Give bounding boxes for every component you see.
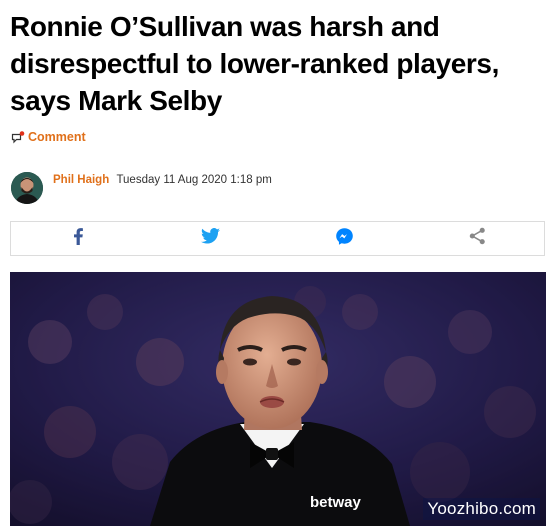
- comment-label: Comment: [28, 130, 86, 144]
- comment-icon: [11, 131, 25, 144]
- article-headline: Ronnie O’Sullivan was harsh and disrespe…: [10, 11, 499, 116]
- messenger-share-button[interactable]: [278, 222, 411, 255]
- snooker-player-photo: [10, 272, 546, 526]
- author-avatar[interactable]: [11, 172, 43, 204]
- generic-share-button[interactable]: [411, 222, 544, 255]
- publish-date: Tuesday 11 Aug 2020 1:18 pm: [116, 174, 272, 186]
- facebook-share-button[interactable]: [11, 222, 144, 255]
- facebook-icon: [72, 227, 84, 250]
- hero-image: betway Yoozhibo.com: [10, 272, 546, 526]
- author-link[interactable]: Phil Haigh: [53, 174, 109, 186]
- shirt-brand-logo: betway: [310, 494, 361, 511]
- twitter-share-button[interactable]: [144, 222, 277, 255]
- twitter-icon: [201, 228, 221, 249]
- watermark-text: Yoozhibo.com: [423, 498, 540, 520]
- share-bar: [10, 221, 545, 256]
- byline: Phil Haigh Tuesday 11 Aug 2020 1:18 pm: [11, 172, 272, 204]
- share-icon: [469, 227, 486, 250]
- messenger-icon: [335, 227, 354, 251]
- comment-link[interactable]: Comment: [11, 130, 86, 144]
